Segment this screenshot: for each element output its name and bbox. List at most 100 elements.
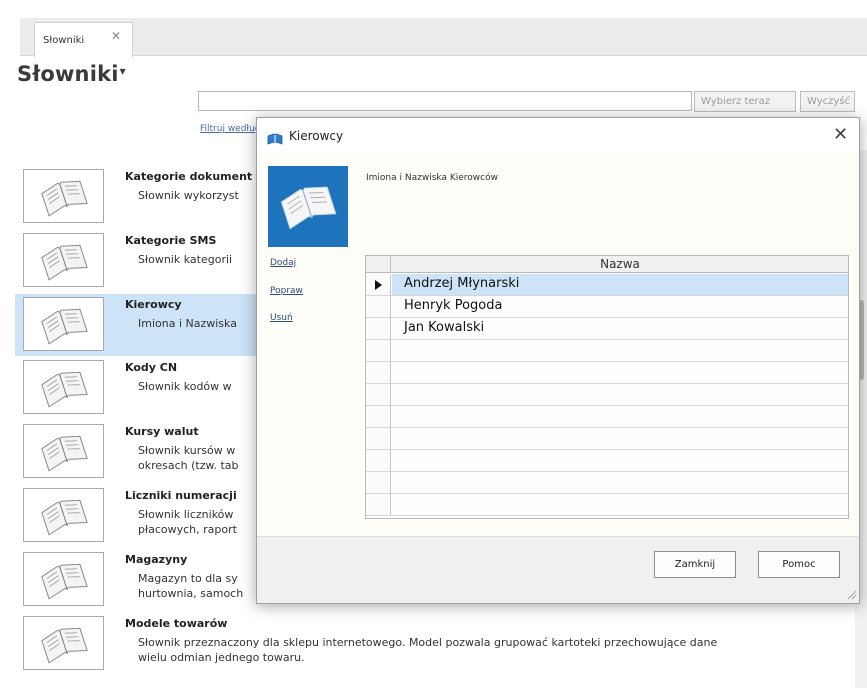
- dictionary-description: Słownik kodów w: [138, 379, 232, 394]
- dictionary-description: Słownik wykorzyst: [138, 188, 239, 203]
- row-indicator[interactable]: [366, 362, 391, 383]
- grid-header: Nazwa: [366, 256, 848, 273]
- dictionary-name[interactable]: Kody CN: [125, 361, 177, 374]
- dialog-title: Kierowcy: [289, 129, 344, 143]
- cell-nazwa[interactable]: [392, 384, 848, 405]
- dialog-footer: Zamknij Pomoc: [257, 536, 859, 603]
- dictionary-name[interactable]: Kategorie SMS: [125, 234, 216, 247]
- cell-nazwa[interactable]: [392, 472, 848, 493]
- cell-nazwa[interactable]: Jan Kowalski: [392, 318, 848, 339]
- empty-table-row[interactable]: [366, 406, 848, 428]
- cell-nazwa[interactable]: Henryk Pogoda: [392, 296, 848, 317]
- edit-link[interactable]: Popraw: [270, 286, 303, 296]
- dictionary-description-line: okresach (tzw. tab: [138, 459, 239, 472]
- book-icon: [23, 552, 104, 606]
- dictionary-description: Słownik liczników płacowych, raport: [138, 507, 237, 537]
- tab-close-icon[interactable]: ✕: [111, 29, 121, 43]
- top-strip: [0, 0, 867, 18]
- clear-button[interactable]: Wyczyść: [800, 91, 855, 112]
- dictionary-name[interactable]: Magazyny: [125, 553, 187, 566]
- book-icon: [267, 130, 283, 149]
- dictionary-description-line: płacowych, raport: [138, 523, 237, 536]
- row-indicator[interactable]: [366, 494, 391, 515]
- dictionary-description-line: Słownik kategorii: [138, 253, 233, 266]
- page-title-text: Słowniki: [17, 62, 119, 86]
- cell-nazwa[interactable]: [392, 406, 848, 427]
- cell-nazwa[interactable]: [392, 494, 848, 515]
- column-header-nazwa[interactable]: Nazwa: [392, 257, 848, 271]
- cell-nazwa[interactable]: [392, 428, 848, 449]
- dictionary-description-line: Słownik liczników: [138, 508, 234, 521]
- table-row[interactable]: Jan Kowalski: [366, 318, 848, 340]
- dictionary-description-line: Magazyn to dla sy: [138, 572, 238, 585]
- dictionary-description: Słownik kursów w okresach (tzw. tab: [138, 443, 239, 473]
- dialog-titlebar[interactable]: Kierowcy ✕: [257, 118, 859, 152]
- row-indicator[interactable]: [366, 274, 391, 295]
- chevron-down-icon[interactable]: ▾: [120, 64, 126, 78]
- tab-slowniki[interactable]: Słowniki ✕: [34, 22, 133, 57]
- dialog-description: Imiona i Nazwiska Kierowców: [366, 173, 498, 183]
- book-icon: [23, 233, 104, 287]
- dictionary-description-line: Słownik kodów w: [138, 380, 232, 393]
- resize-grip-icon[interactable]: [845, 588, 857, 600]
- drivers-grid[interactable]: Nazwa Andrzej Młynarski Henryk Pogoda Jan …: [365, 255, 849, 519]
- cell-nazwa[interactable]: Andrzej Młynarski: [392, 274, 848, 295]
- dictionary-name[interactable]: Kierowcy: [125, 298, 182, 311]
- row-indicator[interactable]: [366, 296, 391, 317]
- dictionary-description: Słownik kategorii: [138, 252, 232, 267]
- kierowcy-dialog: Kierowcy ✕ Imiona i Nazwiska Kierowców D…: [256, 117, 860, 604]
- row-indicator[interactable]: [366, 406, 391, 427]
- empty-table-row[interactable]: [366, 472, 848, 494]
- search-input[interactable]: [198, 91, 692, 111]
- dictionary-item[interactable]: Modele towarów Słownik przeznaczony dla s…: [15, 613, 867, 675]
- row-indicator[interactable]: [366, 428, 391, 449]
- cell-nazwa[interactable]: [392, 340, 848, 361]
- row-indicator[interactable]: [366, 340, 391, 361]
- row-indicator[interactable]: [366, 384, 391, 405]
- dictionary-description-line: Słownik wykorzyst: [138, 189, 239, 202]
- dictionary-name[interactable]: Modele towarów: [125, 617, 227, 630]
- empty-table-row[interactable]: [366, 362, 848, 384]
- add-link[interactable]: Dodaj: [270, 258, 296, 268]
- dictionary-description-line: Imiona i Nazwiska: [138, 317, 237, 330]
- book-icon: [23, 360, 104, 414]
- row-indicator[interactable]: [366, 318, 391, 339]
- dictionary-description-line: hurtownia, samoch: [138, 587, 244, 600]
- cell-nazwa[interactable]: [392, 450, 848, 471]
- delete-link[interactable]: Usuń: [270, 313, 293, 323]
- dictionary-description-line: Słownik kursów w: [138, 444, 236, 457]
- empty-table-row[interactable]: [366, 494, 848, 516]
- empty-table-row[interactable]: [366, 384, 848, 406]
- dictionary-name[interactable]: Kursy walut: [125, 425, 199, 438]
- empty-table-row[interactable]: [366, 428, 848, 450]
- table-row[interactable]: Andrzej Młynarski: [366, 274, 848, 296]
- help-button[interactable]: Pomoc: [758, 551, 840, 578]
- table-row[interactable]: Henryk Pogoda: [366, 296, 848, 318]
- book-icon: [23, 297, 104, 351]
- dictionary-description: Imiona i Nazwiska: [138, 316, 237, 331]
- dictionary-description-line: Słownik przeznaczony dla sklepu internet…: [138, 636, 718, 649]
- book-icon: [23, 169, 104, 223]
- tab-label: Słowniki: [43, 35, 85, 46]
- dictionary-name[interactable]: Liczniki numeracji: [125, 489, 237, 502]
- close-icon[interactable]: ✕: [833, 124, 848, 145]
- grid-header-indicator: [366, 256, 391, 273]
- book-icon: [23, 488, 104, 542]
- dictionary-name[interactable]: Kategorie dokument: [125, 170, 252, 183]
- cell-nazwa[interactable]: [392, 362, 848, 383]
- filter-link[interactable]: Filtruj według: [200, 124, 260, 134]
- empty-table-row[interactable]: [366, 340, 848, 362]
- select-now-button[interactable]: Wybierz teraz: [694, 91, 796, 112]
- row-indicator[interactable]: [366, 472, 391, 493]
- book-icon: [23, 616, 104, 670]
- dictionary-book-icon: [268, 166, 348, 247]
- row-indicator[interactable]: [366, 450, 391, 471]
- dictionary-description: Słownik przeznaczony dla sklepu internet…: [138, 635, 717, 665]
- current-row-arrow-icon: [375, 280, 382, 290]
- close-button[interactable]: Zamknij: [654, 551, 736, 578]
- page-title[interactable]: Słowniki▾: [17, 62, 126, 86]
- dictionary-description-line: wielu odmian jednego towaru.: [138, 651, 305, 664]
- empty-table-row[interactable]: [366, 450, 848, 472]
- dictionary-description: Magazyn to dla sy hurtownia, samoch: [138, 571, 243, 601]
- book-icon: [23, 424, 104, 478]
